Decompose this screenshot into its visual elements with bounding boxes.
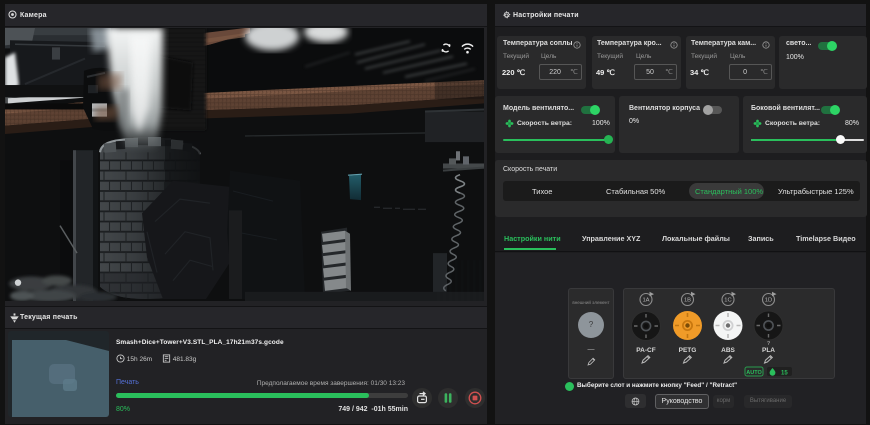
svg-text:1D: 1D bbox=[765, 298, 772, 304]
svg-text:1B: 1B bbox=[684, 298, 691, 304]
svg-text:PETG: PETG bbox=[679, 347, 697, 354]
svg-text:1C: 1C bbox=[724, 298, 731, 304]
svg-text:15: 15 bbox=[781, 371, 788, 377]
svg-text:ABS: ABS bbox=[721, 347, 735, 354]
svg-text:AUTO: AUTO bbox=[746, 370, 762, 376]
svg-text:PA-CF: PA-CF bbox=[636, 347, 655, 354]
svg-text:PLA: PLA bbox=[762, 347, 775, 354]
svg-text:1A: 1A bbox=[642, 298, 649, 304]
